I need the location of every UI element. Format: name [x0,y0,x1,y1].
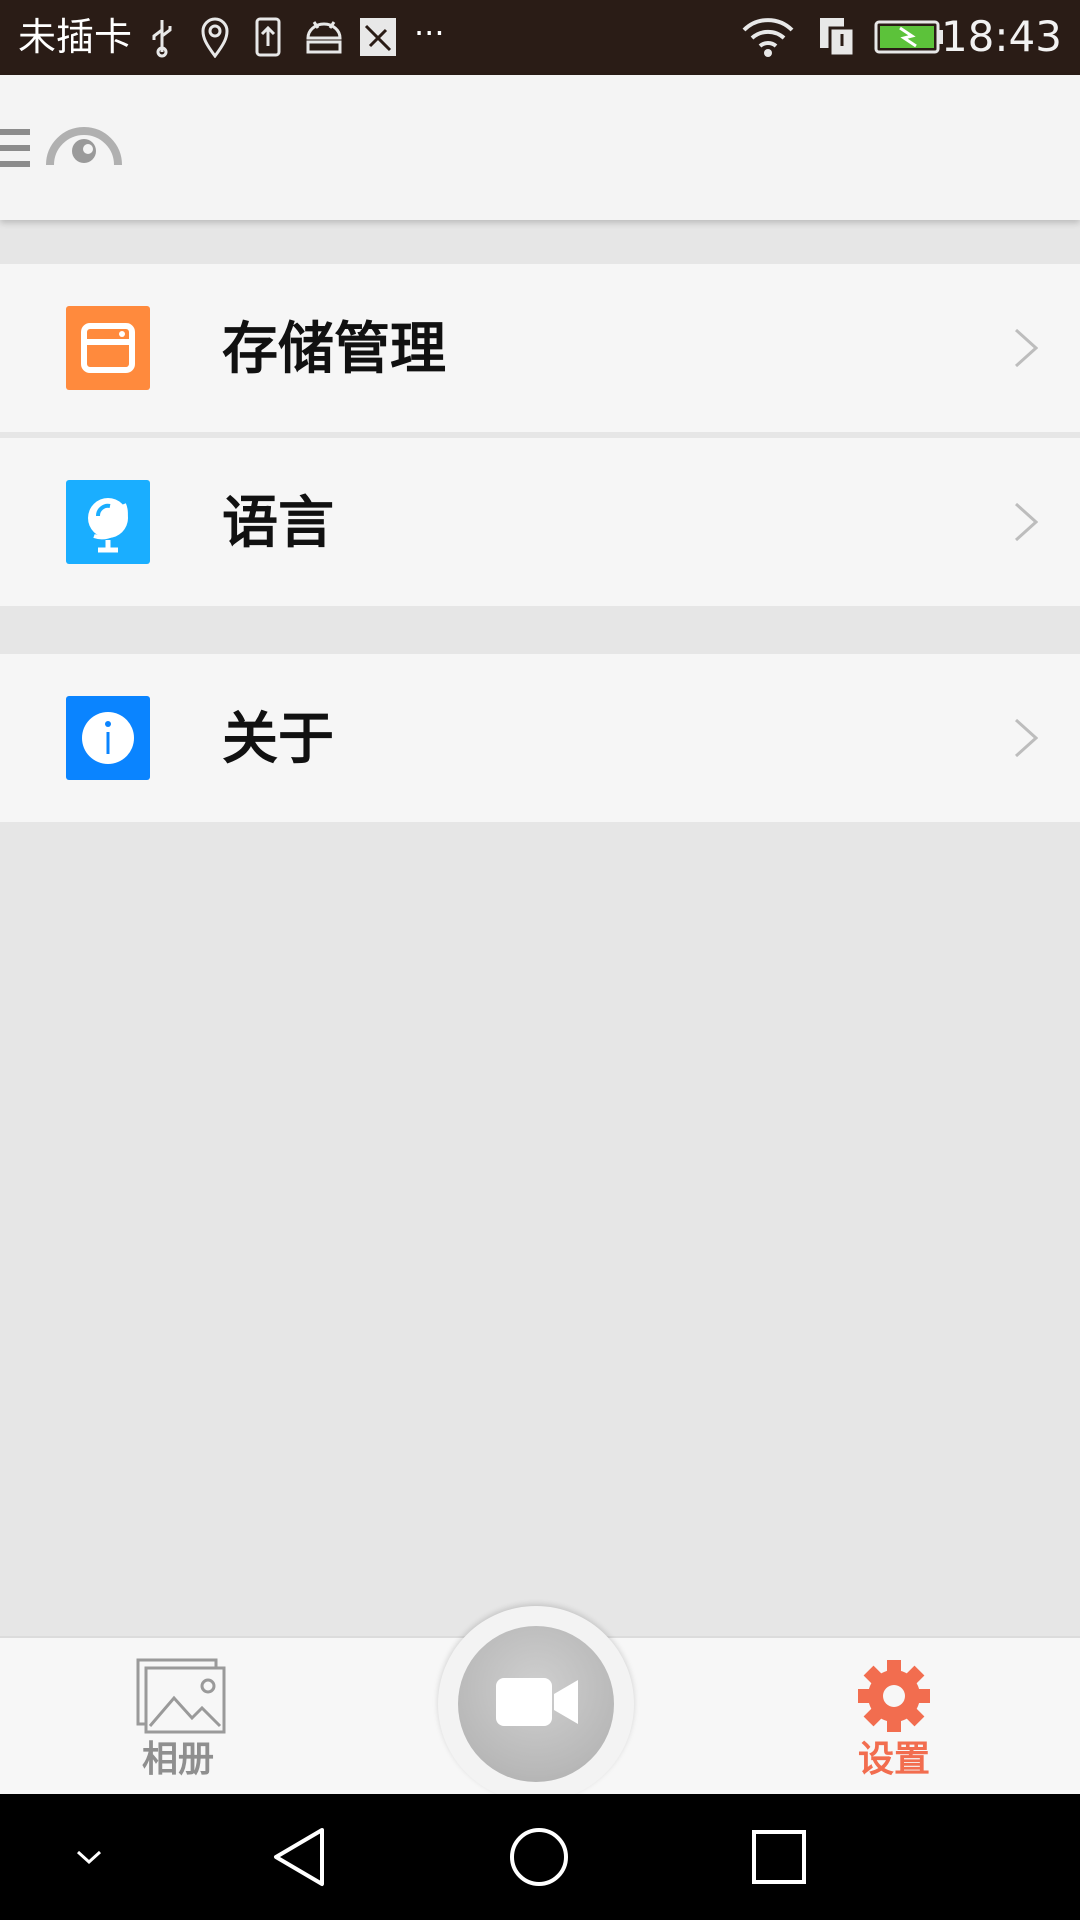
tab-settings-label: 设置 [857,1739,930,1780]
record-button[interactable] [438,1606,634,1802]
gear-icon [858,1660,930,1732]
recents-icon[interactable] [744,1822,814,1892]
tab-album[interactable]: 相册 [68,1638,288,1796]
storage-icon [66,306,150,390]
back-icon[interactable] [266,1822,336,1892]
tab-album-label: 相册 [141,1739,214,1780]
chevron-right-icon [1014,502,1038,542]
battery-charging-icon [874,20,943,54]
app-header [0,75,1080,220]
app-logo-icon [46,127,122,166]
record-button-inner [458,1626,614,1782]
info-icon [66,696,150,780]
settings-item-about[interactable]: 关于 [0,654,1080,822]
chevron-right-icon [1014,328,1038,368]
usb-icon [152,20,172,58]
settings-item-label: 语言 [222,491,334,556]
video-camera-icon [496,1678,578,1726]
more-dots-icon: ··· [414,14,445,52]
home-icon[interactable] [504,1822,574,1892]
settings-group-1: 存储管理 语言 [0,264,1080,606]
settings-item-label: 存储管理 [222,317,446,382]
android-debug-icon [306,21,342,54]
globe-icon [66,480,150,564]
status-bar: 未插卡 ··· 18:43 [0,0,1080,75]
system-nav-bar [0,1794,1080,1920]
chevron-right-icon [1014,718,1038,758]
menu-icon[interactable] [0,127,32,169]
dual-sim-icon [820,18,856,58]
album-icon [136,1658,226,1734]
location-icon [201,17,229,58]
clock: 18:43 [940,12,1062,61]
carrier-text: 未插卡 [18,15,133,59]
hide-keyboard-icon[interactable] [54,1822,124,1892]
tab-settings[interactable]: 设置 [784,1638,1004,1796]
sim-blocked-icon [360,18,396,56]
settings-group-2: 关于 [0,654,1080,822]
settings-item-language[interactable]: 语言 [0,432,1080,606]
settings-item-label: 关于 [222,707,334,772]
upload-icon [255,17,281,57]
settings-item-storage[interactable]: 存储管理 [0,264,1080,432]
wifi-icon [742,18,794,57]
